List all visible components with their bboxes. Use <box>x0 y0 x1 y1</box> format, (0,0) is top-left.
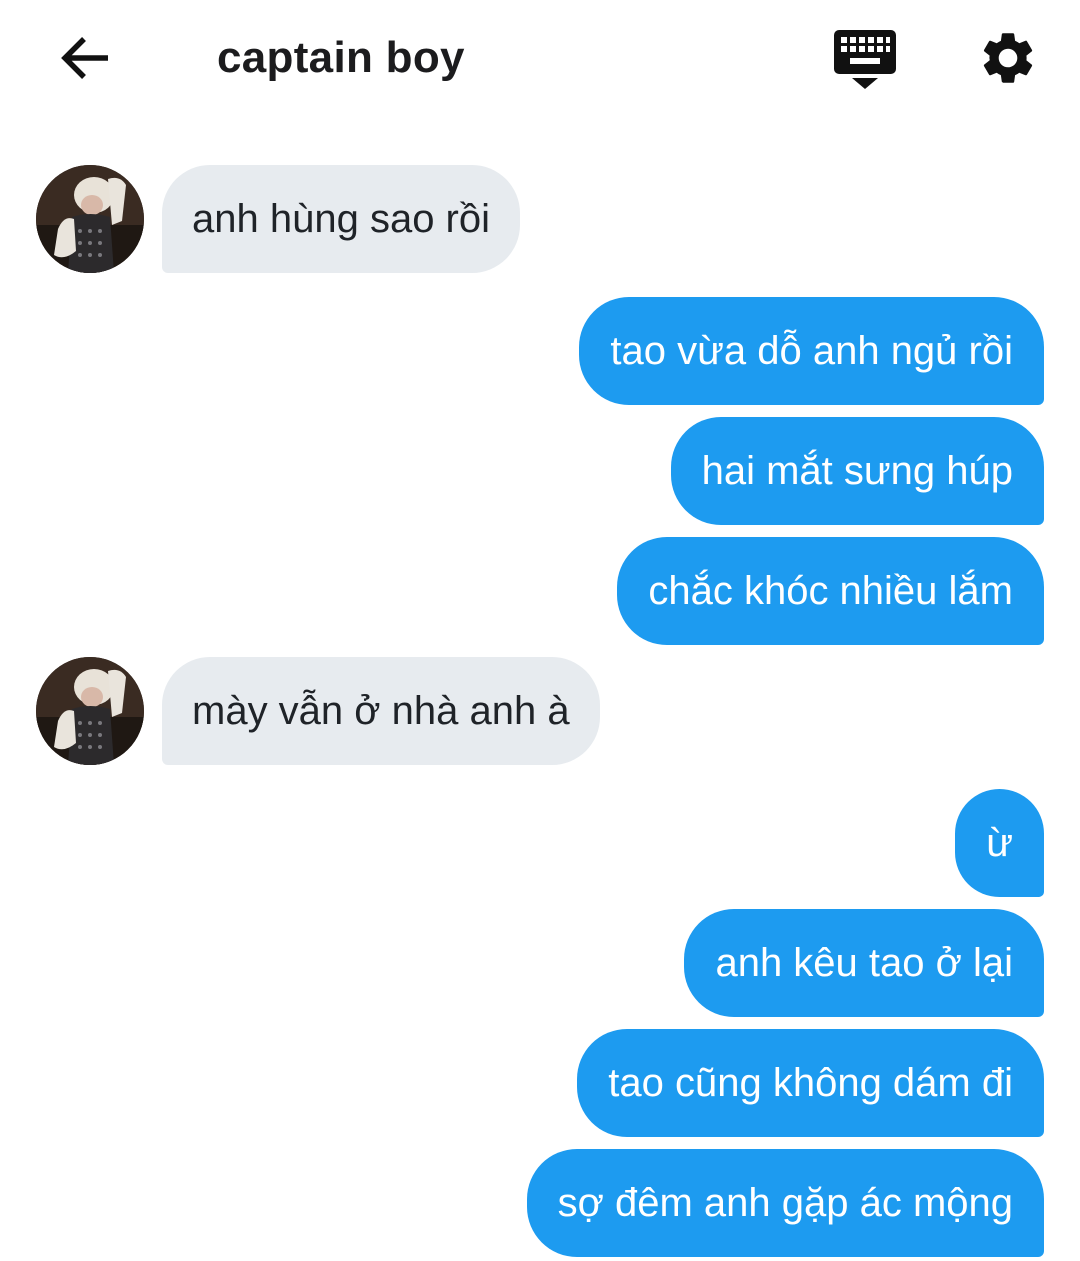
message-text: hai mắt sưng húp <box>701 449 1013 493</box>
profile-photo <box>36 165 144 273</box>
message-text: tao cũng không dám đi <box>608 1061 1013 1105</box>
chat-header: captain boy <box>0 0 1080 115</box>
message-outgoing[interactable]: ừ <box>955 789 1044 897</box>
message-text: sợ đêm anh gặp ác mộng <box>557 1181 1013 1225</box>
profile-photo <box>36 657 144 765</box>
back-button[interactable] <box>52 26 116 90</box>
message-incoming[interactable]: anh hùng sao rồi <box>162 165 521 273</box>
message-text: mày vẫn ở nhà anh à <box>192 689 570 733</box>
message-text: ừ <box>986 821 1013 865</box>
message-text: tao vừa dỗ anh ngủ rồi <box>610 329 1013 373</box>
keyboard-hide-icon <box>834 30 896 89</box>
message-outgoing[interactable]: chắc khóc nhiều lắm <box>617 537 1044 645</box>
message-outgoing[interactable]: tao cũng không dám đi <box>577 1029 1044 1137</box>
message-incoming[interactable]: mày vẫn ở nhà anh à <box>162 657 600 765</box>
settings-button[interactable] <box>974 26 1042 90</box>
message-outgoing[interactable]: tao vừa dỗ anh ngủ rồi <box>579 297 1044 405</box>
arrow-left-icon <box>61 37 108 79</box>
message-outgoing[interactable]: hai mắt sưng húp <box>670 417 1044 525</box>
message-text: anh hùng sao rồi <box>192 197 491 241</box>
hide-keyboard-button[interactable] <box>830 26 900 92</box>
message-outgoing[interactable]: sợ đêm anh gặp ác mộng <box>526 1149 1044 1257</box>
avatar[interactable] <box>36 657 144 765</box>
conversation-title[interactable]: captain boy <box>217 30 465 86</box>
avatar[interactable] <box>36 165 144 273</box>
message-text: anh kêu tao ở lại <box>715 941 1013 985</box>
message-text: chắc khóc nhiều lắm <box>648 569 1013 613</box>
gear-icon <box>983 33 1033 83</box>
message-outgoing[interactable]: anh kêu tao ở lại <box>684 909 1044 1017</box>
